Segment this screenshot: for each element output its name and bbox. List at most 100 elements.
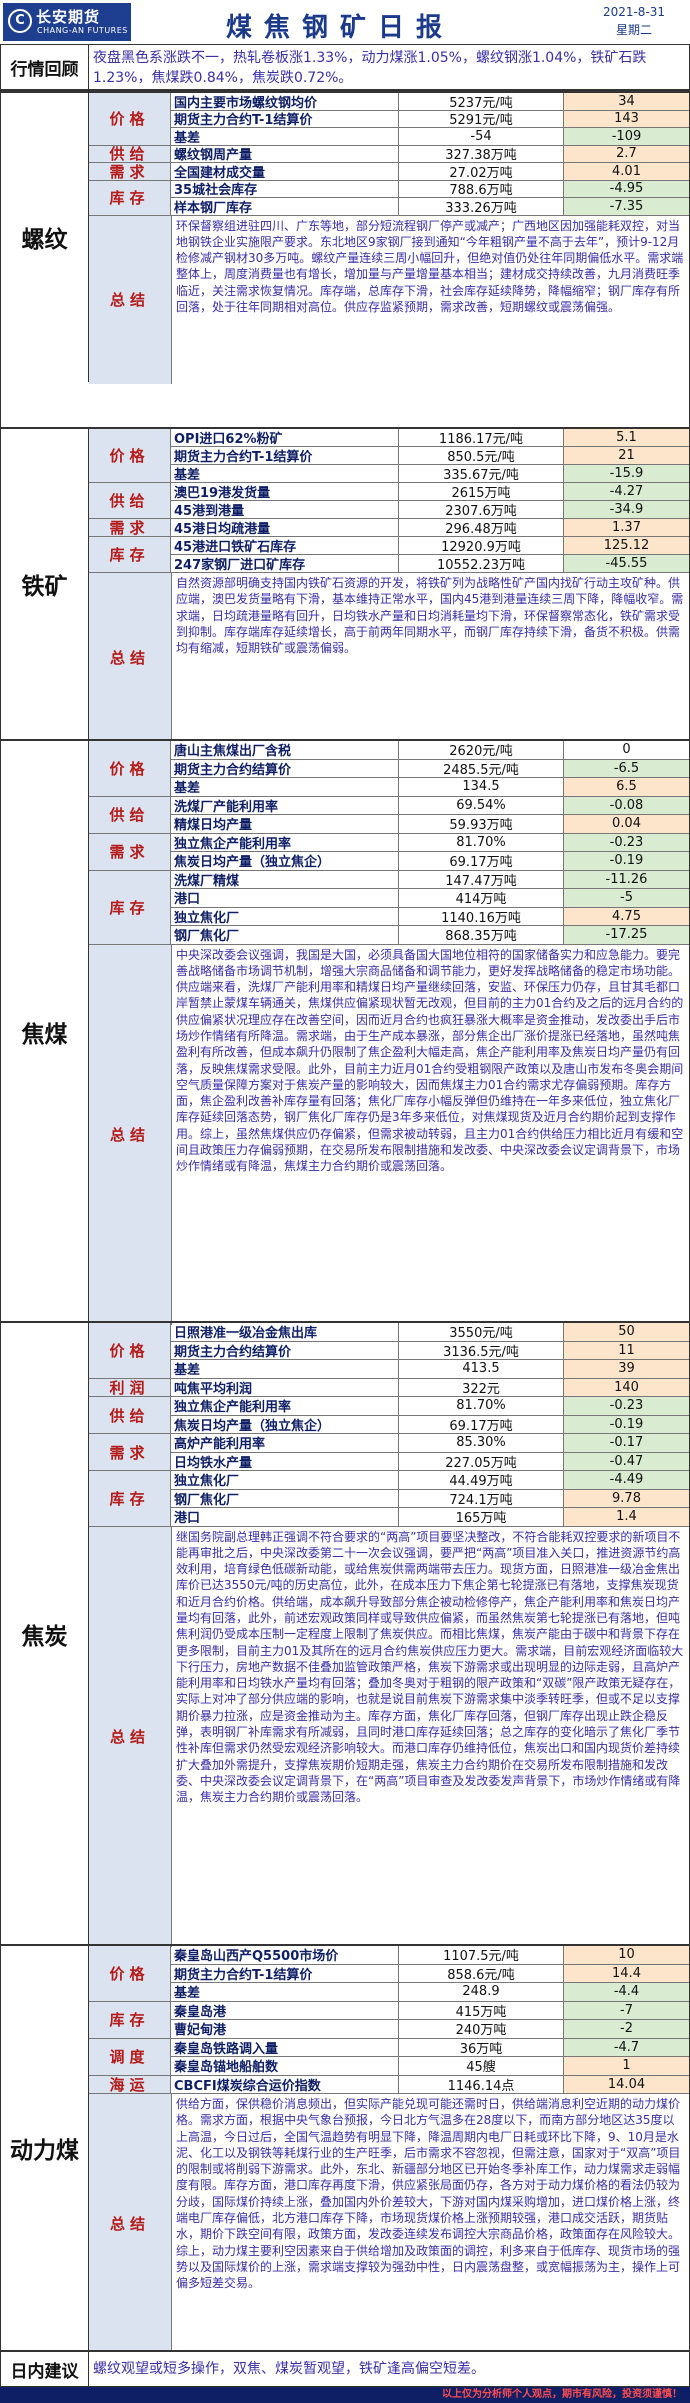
indicator-value: 165万吨: [399, 1508, 564, 1526]
disclaimer-footer: 以上仅为分析师个人观点，期市有风险，投资须谨慎！: [0, 2387, 690, 2403]
indicator-name: 唐山主焦煤出厂含税: [171, 741, 399, 759]
data-row: 期货主力合约结算价 3136.5元/吨 11: [89, 1341, 689, 1360]
indicator-name: 港口: [171, 889, 399, 907]
indicator-change: -4.49: [564, 1471, 689, 1489]
section-block: 螺纹 国内主要市场螺纹钢均价 5237元/吨 34 期货主力合约T-1结算价 5291元/…: [1, 91, 689, 384]
indicator-value: 1186.17元/吨: [399, 429, 564, 446]
indicator-change: 0.04: [564, 815, 689, 833]
indicator-change: 14.4: [564, 1964, 689, 1982]
data-row: 基差 248.9 -4.4: [89, 1983, 689, 2002]
data-row: 45港到港量 2307.6万吨 -34.9: [89, 501, 689, 519]
intraday-advice-text: 螺纹观望或短多操作，双焦、煤炭暂观望，铁矿逢高偏空短差。: [93, 2361, 485, 2377]
summary-text: 环保督察组进驻四川、广东等地，部分短流程钢厂停产或减产；广西地区因加强能耗双控，…: [171, 215, 689, 384]
indicator-name: 精煤日均产量: [171, 815, 399, 833]
data-row: 日均铁水产量 227.05万吨 -0.47: [89, 1452, 689, 1471]
indicator-value: 3136.5元/吨: [399, 1341, 564, 1359]
indicator-name: 期货主力合约结算价: [171, 759, 399, 777]
indicator-name: 曹妃甸港: [171, 2020, 399, 2038]
indicator-value: 1107.5元/吨: [399, 1946, 564, 1964]
category-label-price: 价格: [89, 93, 171, 146]
indicator-change: -0.08: [564, 796, 689, 814]
indicator-change: -7: [564, 2001, 689, 2019]
section-block: 焦煤 唐山主焦煤出厂含税 2620元/吨 0 期货主力合约结算价 2485.5元/吨 -6.…: [1, 739, 689, 1325]
indicator-change: -17.25: [564, 926, 689, 944]
indicator-name: 钢厂焦化厂: [171, 926, 399, 944]
indicator-value: 69.17万吨: [399, 852, 564, 870]
indicator-value: 10552.23万吨: [399, 555, 564, 572]
summary-text: 供给方面，保供稳价消息频出，但实际产能兑现可能还需时日，供给端消息利空近期的动力…: [171, 2094, 689, 2352]
data-row: 高炉产能利用率 85.30% -0.17: [89, 1434, 689, 1453]
indicator-name: 基差: [171, 1360, 399, 1378]
indicator-value: 59.93万吨: [399, 815, 564, 833]
indicator-value: 414万吨: [399, 889, 564, 907]
indicator-value: 868.35万吨: [399, 926, 564, 944]
indicator-change: 140: [564, 1378, 689, 1396]
data-row: 45港进口铁矿石库存 12920.9万吨 125.12: [89, 537, 689, 555]
indicator-change: 1.4: [564, 1508, 689, 1526]
section-block: 铁矿 OPI进口62%粉矿 1186.17元/吨 5.1 期货主力合约T-1结算价 850…: [1, 427, 689, 741]
report-page: { "header": { "logo_mark": "C", "logo_cn…: [0, 0, 690, 2403]
category-label-price: 价格: [89, 1946, 171, 2002]
data-row: 国内主要市场螺纹钢均价 5237元/吨 34: [89, 93, 689, 111]
indicator-name: 45港日均疏港量: [171, 519, 399, 536]
section-name: 焦炭: [1, 1323, 89, 1945]
indicator-change: 9.78: [564, 1489, 689, 1507]
indicator-change: -45.55: [564, 555, 689, 572]
data-row: 基差 -54 -109: [89, 128, 689, 146]
summary-text: 中央深改委会议强调，我国是大国，必须具备国大国地位相符的国家储备实力和应急能力。…: [171, 944, 689, 1325]
report-date-block: 2021-8-31 星期二: [580, 3, 688, 39]
market-recap-label: 行情回顾: [1, 45, 89, 89]
indicator-name: 基差: [171, 1983, 399, 2001]
intraday-advice: 日内建议 螺纹观望或短多操作，双焦、煤炭暂观望，铁矿逢高偏空短差。: [1, 2350, 689, 2386]
indicator-change: -109: [564, 128, 689, 145]
category-label-price: 价格: [89, 741, 171, 797]
indicator-change: 2.7: [564, 145, 689, 162]
category-label-supply: 供给: [89, 483, 171, 519]
indicator-name: 焦炭日均产量（独立焦企）: [171, 1415, 399, 1433]
indicator-value: 858.6元/吨: [399, 1964, 564, 1982]
indicator-value: 1146.14点: [399, 2075, 564, 2093]
section-name: 动力煤: [1, 1946, 89, 2350]
indicator-value: 69.54%: [399, 796, 564, 814]
indicator-name: 洗煤厂产能利用率: [171, 796, 399, 814]
indicator-value: 850.5元/吨: [399, 447, 564, 464]
logo-cn-text: 长安期货: [36, 8, 101, 26]
summary-label: 总结: [89, 944, 171, 1325]
indicator-change: 21: [564, 447, 689, 464]
indicator-change: 14.04: [564, 2075, 689, 2093]
category-label-inventory: 库存: [89, 180, 171, 216]
indicator-name: 基差: [171, 778, 399, 796]
indicator-value: 335.67元/吨: [399, 465, 564, 482]
indicator-value: 5291元/吨: [399, 110, 564, 127]
indicator-value: 227.05万吨: [399, 1452, 564, 1470]
indicator-name: 洗煤厂精煤: [171, 870, 399, 888]
indicator-change: -6.5: [564, 759, 689, 777]
category-label-inventory: 库存: [89, 537, 171, 573]
indicator-name: 45港进口铁矿石库存: [171, 537, 399, 554]
summary-label: 总结: [89, 2094, 171, 2352]
data-row: 澳巴19港发货量 2615万吨 -4.27: [89, 483, 689, 501]
indicator-value: 81.70%: [399, 833, 564, 851]
indicator-change: -0.23: [564, 833, 689, 851]
indicator-change: 50: [564, 1323, 689, 1341]
summary-text: 自然资源部明确支持国内铁矿石资源的开发，将铁矿列为战略性矿产国内找矿行动主攻矿种…: [171, 573, 689, 741]
category-label-freight: 海运: [89, 2075, 171, 2094]
category-label-demand: 需求: [89, 1434, 171, 1471]
category-label-dispatch: 调度: [89, 2038, 171, 2076]
indicator-value: 724.1万吨: [399, 1489, 564, 1507]
indicator-name: 秦皇岛港: [171, 2001, 399, 2019]
data-row: 螺纹钢周产量 327.38万吨 2.7: [89, 145, 689, 163]
data-row: 45港日均疏港量 296.48万吨 1.37: [89, 519, 689, 537]
section-block: 动力煤 秦皇岛山西产Q5500市场价 1107.5元/吨 10 期货主力合约T-1结算价…: [1, 1944, 689, 2352]
category-label-inventory: 库存: [89, 1471, 171, 1527]
indicator-name: 独立焦化厂: [171, 1471, 399, 1489]
data-row: 曹妃甸港 240万吨 -2: [89, 2020, 689, 2039]
indicator-name: 35城社会库存: [171, 180, 399, 197]
indicator-change: -0.19: [564, 1415, 689, 1433]
data-row: 港口 414万吨 -5: [89, 889, 689, 908]
indicator-change: -0.23: [564, 1397, 689, 1415]
category-label-price: 价格: [89, 429, 171, 483]
category-label-inventory: 库存: [89, 2001, 171, 2039]
summary-text: 继国务院副总理韩正强调不符合要求的“两高”项目要坚决整改，不符合能耗双控要求的新…: [171, 1526, 689, 1947]
indicator-value: 69.17万吨: [399, 1415, 564, 1433]
